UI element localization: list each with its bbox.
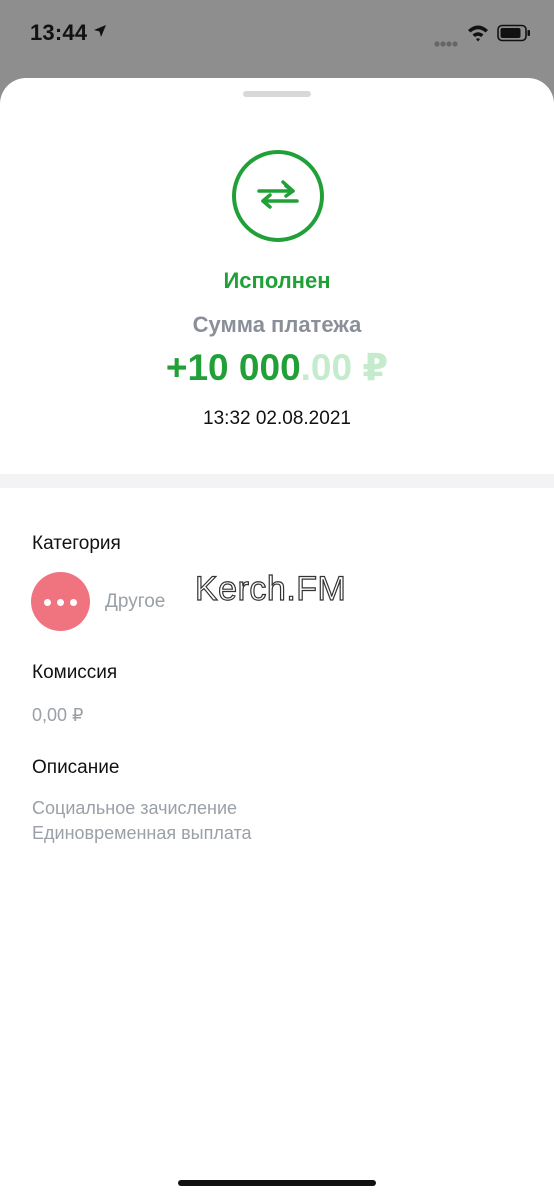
description-label: Описание	[32, 757, 120, 778]
location-arrow-icon	[93, 24, 107, 43]
payment-status: Исполнен	[223, 268, 331, 293]
payment-details-sheet: Исполнен Сумма платежа +10 000.00 ₽ 13:3…	[0, 78, 554, 1200]
description-line-1: Социальное зачисление	[32, 798, 238, 818]
signal-icon	[434, 34, 458, 52]
amount-currency: ₽	[362, 347, 389, 388]
commission-label: Комиссия	[32, 662, 118, 683]
status-time: 13:44	[30, 20, 88, 45]
status-bar: 13:44	[0, 0, 554, 70]
watermark: Kerch.FM	[194, 569, 347, 608]
commission-value: 0,00 ₽	[32, 705, 84, 725]
amount-integer: +10 000	[165, 347, 301, 388]
payment-header: Исполнен Сумма платежа +10 000.00 ₽ 13:3…	[0, 78, 554, 474]
battery-icon	[497, 24, 531, 47]
more-dots-icon[interactable]	[31, 572, 90, 631]
payment-amount: +10 000.00 ₽	[0, 346, 554, 389]
amount-decimal: .00	[300, 347, 353, 388]
category-label: Категория	[32, 533, 121, 554]
wifi-icon	[467, 24, 489, 47]
category-value[interactable]: Другое	[105, 591, 165, 613]
description-line-2: Единовременная выплата	[32, 823, 252, 843]
payment-datetime: 13:32 02.08.2021	[203, 408, 351, 429]
amount-caption: Сумма платежа	[192, 312, 362, 337]
section-divider	[0, 474, 554, 488]
home-indicator[interactable]	[178, 1180, 376, 1186]
transfer-arrows-icon	[232, 150, 324, 242]
